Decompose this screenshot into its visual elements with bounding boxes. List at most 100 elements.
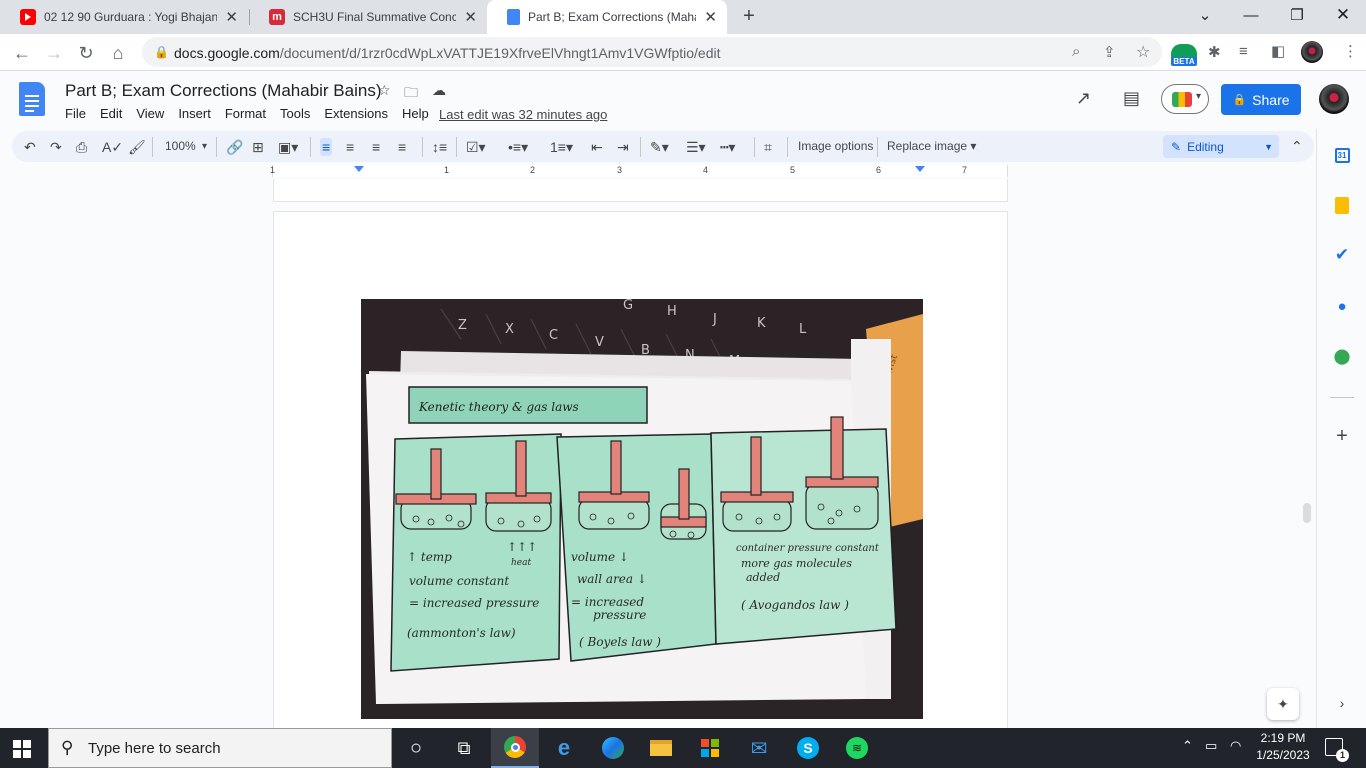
calendar-icon[interactable]: 31 — [1333, 146, 1351, 164]
border-color-icon[interactable]: ✎▾ — [650, 138, 669, 156]
menu-file[interactable]: File — [65, 106, 86, 121]
tab-docs[interactable]: Part B; Exam Corrections (Mahab ✕ — [487, 0, 727, 34]
left-indent-marker[interactable] — [354, 166, 364, 172]
embedded-photo[interactable]: Z X C V B N M G H J K L Twist Kenetic th… — [361, 299, 923, 719]
numbered-list-icon[interactable]: 1≡▾ — [550, 138, 573, 156]
bulleted-list-icon[interactable]: •≡▾ — [508, 138, 528, 156]
collapse-menus-icon[interactable]: ⌃ — [1291, 138, 1303, 155]
beta-extension-icon[interactable]: BETA — [1171, 44, 1197, 66]
print-icon[interactable]: ⎙ — [76, 138, 87, 156]
cloud-saved-icon[interactable]: ☁ — [432, 82, 446, 99]
vertical-scrollbar-thumb[interactable] — [1303, 503, 1311, 523]
close-tab-icon[interactable]: ✕ — [464, 8, 477, 26]
zoom-select[interactable]: 100% — [165, 139, 196, 153]
checklist-icon[interactable]: ☑▾ — [466, 138, 486, 156]
paint-format-icon[interactable]: 🖌 — [128, 138, 146, 156]
redo-icon[interactable]: ↷ — [50, 138, 62, 156]
border-weight-icon[interactable]: ☰▾ — [686, 138, 706, 156]
align-center-icon[interactable]: ≡ — [346, 138, 354, 156]
align-left-icon[interactable]: ≡ — [320, 138, 333, 156]
menu-extensions[interactable]: Extensions — [324, 106, 388, 121]
windows-start-icon[interactable] — [13, 740, 31, 758]
zoom-lens-icon[interactable]: ⌕ — [1072, 43, 1080, 60]
taskbar-search[interactable]: ⚲ Type here to search — [48, 728, 392, 768]
spellcheck-icon[interactable]: A✓ — [102, 138, 123, 156]
show-hidden-icons-icon[interactable]: ⌃ — [1182, 738, 1193, 754]
increase-indent-icon[interactable]: ⇥ — [617, 138, 629, 156]
tab-search-icon[interactable]: ⌄ — [1182, 0, 1228, 30]
line-spacing-icon[interactable]: ↕≡ — [432, 138, 447, 156]
chrome-profile-avatar[interactable] — [1301, 41, 1323, 63]
google-docs-logo-icon[interactable] — [19, 82, 45, 116]
chevron-down-icon[interactable]: ▾ — [202, 138, 207, 156]
show-side-panel-icon[interactable]: › — [1333, 694, 1351, 712]
notifications-icon[interactable]: 1 — [1325, 738, 1349, 762]
close-tab-icon[interactable]: ✕ — [704, 8, 717, 26]
cortana-icon[interactable]: ○ — [392, 728, 440, 768]
edge-icon[interactable] — [589, 728, 637, 768]
mail-icon[interactable]: ✉ — [735, 728, 783, 768]
spotify-icon[interactable]: ≋ — [833, 728, 881, 768]
url-text[interactable]: docs.google.com/document/d/1rzr0cdWpLxVA… — [174, 45, 721, 61]
editing-mode-select[interactable]: ✎ Editing ▼ — [1163, 135, 1279, 158]
microsoft-store-icon[interactable] — [686, 728, 734, 768]
minimize-button[interactable]: — — [1228, 0, 1274, 30]
back-button[interactable]: ← — [9, 40, 35, 66]
skype-icon[interactable]: S — [784, 728, 832, 768]
insert-link-icon[interactable]: 🔗 — [226, 138, 243, 156]
align-right-icon[interactable]: ≡ — [372, 138, 380, 156]
menu-help[interactable]: Help — [402, 106, 429, 121]
side-panel-icon[interactable]: ◧ — [1271, 42, 1285, 60]
activity-trend-icon[interactable]: ↗ — [1076, 88, 1091, 109]
comments-icon[interactable]: ▤ — [1123, 88, 1140, 109]
home-button[interactable]: ⌂ — [105, 40, 131, 66]
battery-icon[interactable]: ▭ — [1205, 738, 1217, 754]
taskbar-clock[interactable]: 2:19 PM 1/25/2023 — [1245, 730, 1321, 764]
menu-view[interactable]: View — [136, 106, 164, 121]
decrease-indent-icon[interactable]: ⇤ — [591, 138, 603, 156]
extensions-puzzle-icon[interactable]: ✱ — [1208, 43, 1221, 61]
insert-image-icon[interactable]: ▣▾ — [278, 138, 298, 156]
star-icon[interactable]: ☆ — [378, 82, 391, 99]
move-folder-icon[interactable]: 🗀 — [404, 82, 418, 106]
get-addons-icon[interactable]: + — [1333, 425, 1351, 447]
menu-edit[interactable]: Edit — [100, 106, 122, 121]
image-options-button[interactable]: Image options — [798, 139, 873, 153]
share-page-icon[interactable]: ⇪ — [1103, 43, 1116, 61]
add-comment-icon[interactable]: ⊞ — [252, 138, 264, 156]
menu-format[interactable]: Format — [225, 106, 266, 121]
last-edit-link[interactable]: Last edit was 32 minutes ago — [439, 107, 607, 122]
menu-insert[interactable]: Insert — [178, 106, 211, 121]
new-tab-button[interactable]: + — [738, 5, 760, 28]
keep-icon[interactable] — [1333, 196, 1351, 214]
restore-button[interactable]: ❐ — [1274, 0, 1320, 30]
wifi-icon[interactable]: ◠ — [1230, 738, 1241, 754]
right-indent-marker[interactable] — [915, 166, 925, 172]
crop-image-icon[interactable]: ⌗ — [764, 138, 772, 156]
menu-tools[interactable]: Tools — [280, 106, 310, 121]
tab-youtube[interactable]: 02 12 90 Gurduara : Yogi Bhajan | ✕ — [0, 0, 248, 34]
ruler[interactable]: 1 1 2 3 4 5 6 7 — [0, 163, 1314, 179]
file-explorer-icon[interactable] — [637, 728, 685, 768]
share-button[interactable]: 🔒 Share — [1221, 84, 1301, 115]
reading-list-icon[interactable]: ≡ — [1239, 43, 1248, 60]
account-avatar[interactable] — [1319, 84, 1349, 114]
task-view-icon[interactable]: ⧉ — [440, 728, 488, 768]
undo-icon[interactable]: ↶ — [24, 138, 36, 156]
tab-summative[interactable]: m SCH3U Final Summative Concept ✕ — [249, 0, 487, 34]
replace-image-button[interactable]: Replace image ▾ — [887, 139, 976, 153]
explore-button[interactable]: ✦ — [1267, 688, 1299, 720]
omnibox[interactable]: 🔒 docs.google.com/document/d/1rzr0cdWpLx… — [142, 37, 1162, 67]
chrome-menu-icon[interactable]: ⋮ — [1343, 42, 1358, 60]
document-title[interactable]: Part B; Exam Corrections (Mahabir Bains) — [65, 81, 382, 101]
maps-icon[interactable]: ⬤ — [1333, 347, 1351, 365]
forward-button[interactable]: → — [41, 40, 67, 66]
close-window-button[interactable]: ✕ — [1320, 0, 1366, 30]
border-dash-icon[interactable]: ┅▾ — [720, 138, 735, 156]
close-tab-icon[interactable]: ✕ — [225, 8, 238, 26]
contacts-icon[interactable]: ● — [1333, 297, 1351, 315]
reload-button[interactable]: ↻ — [73, 40, 99, 66]
chrome-taskbar-icon[interactable] — [491, 728, 539, 768]
meet-button[interactable]: ▾ — [1161, 84, 1209, 114]
justify-icon[interactable]: ≡ — [398, 138, 406, 156]
